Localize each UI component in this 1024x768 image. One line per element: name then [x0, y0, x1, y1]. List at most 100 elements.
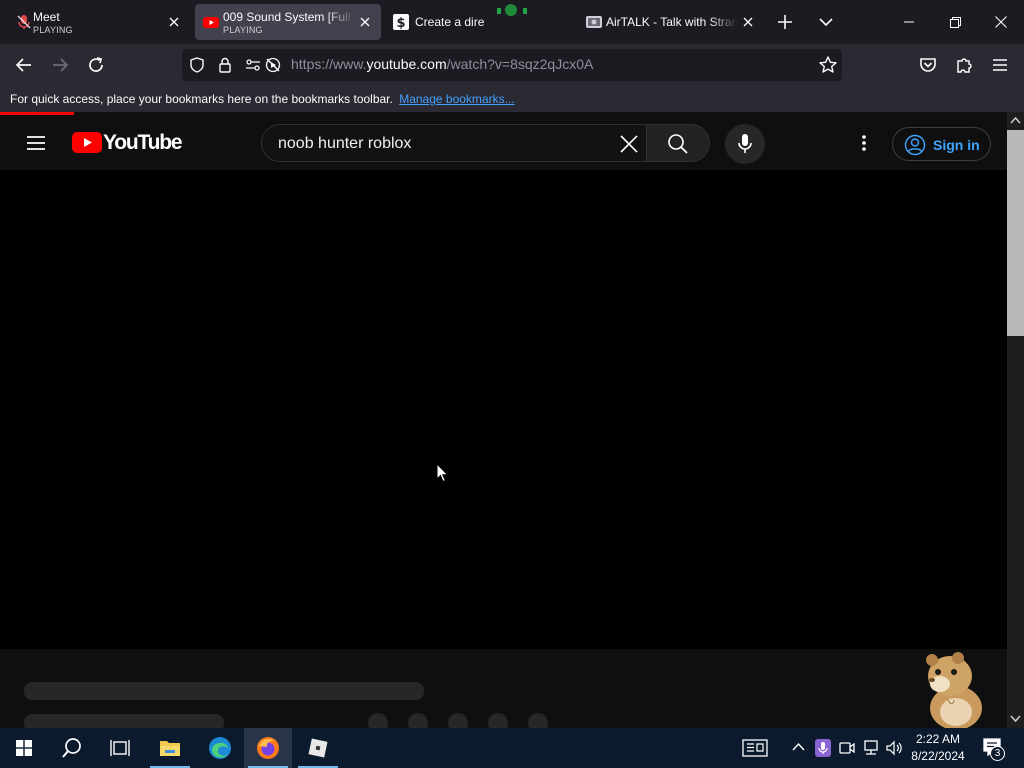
restore-button[interactable] [932, 0, 978, 44]
tab-create[interactable]: $ Create a dire [385, 4, 575, 40]
mouse-cursor-icon [436, 463, 449, 483]
voice-search-button[interactable] [725, 124, 765, 164]
microphone-in-use-icon[interactable] [815, 739, 831, 757]
permissions-icon[interactable] [244, 56, 262, 74]
clock-date: 8/22/2024 [911, 749, 965, 763]
youtube-logo-text: YouTube [103, 131, 183, 154]
youtube-logo-icon [72, 132, 102, 153]
title-skeleton [24, 682, 424, 700]
tab-airtalk[interactable]: AirTALK - Talk with Strangers [578, 4, 764, 40]
manage-bookmarks-link[interactable]: Manage bookmarks... [399, 92, 514, 106]
youtube-header: YouTube noob hunter roblox Sign in [0, 115, 1007, 170]
tab-youtube-title: 009 Sound System [Full Album] [223, 10, 355, 24]
windows-taskbar: 3 [0, 728, 1024, 768]
tracking-protection-icon[interactable] [188, 56, 206, 74]
url-prefix: https://www. [291, 56, 367, 72]
news-widget-icon[interactable] [742, 739, 768, 757]
minimize-icon [904, 21, 914, 23]
youtube-icon [203, 17, 219, 28]
sign-in-label: Sign in [933, 137, 980, 153]
sign-in-button[interactable]: Sign in [892, 127, 991, 161]
firefox-icon [257, 737, 279, 759]
bookmark-star-icon[interactable] [818, 55, 838, 75]
taskbar-search-button[interactable] [48, 728, 96, 768]
url-text[interactable]: https://www.youtube.com/watch?v=8sqz2qJc… [291, 56, 593, 72]
restore-icon [950, 17, 961, 28]
roblox-icon [308, 738, 328, 758]
tab-meet-playing: PLAYING [33, 25, 73, 35]
close-window-button[interactable] [978, 0, 1024, 44]
svg-text:$: $ [396, 16, 405, 30]
network-icon[interactable] [862, 740, 880, 756]
taskbar-firefox[interactable] [244, 728, 292, 768]
action-skeleton [368, 713, 388, 728]
back-icon[interactable] [12, 53, 36, 77]
youtube-search-box[interactable]: noob hunter roblox [261, 124, 647, 162]
dollar-icon: $ [393, 14, 409, 30]
action-skeleton [488, 713, 508, 728]
search-input[interactable]: noob hunter roblox [278, 135, 411, 153]
action-skeleton [448, 713, 468, 728]
start-button[interactable] [0, 728, 48, 768]
lock-icon[interactable] [216, 56, 234, 74]
youtube-page: YouTube noob hunter roblox Sign in [0, 112, 1007, 728]
url-path: /watch?v=8sqz2qJcx0A [446, 56, 594, 72]
tab-airtalk-title: AirTALK - Talk with Strangers [606, 15, 738, 29]
taskbar-edge[interactable] [196, 728, 244, 768]
taskbar-roblox[interactable] [294, 728, 342, 768]
search-icon [62, 738, 81, 758]
task-view-icon [110, 740, 130, 756]
video-player[interactable] [0, 170, 1007, 649]
minimize-button[interactable] [886, 0, 932, 44]
extension-indicator-icon [497, 4, 527, 16]
forward-icon [53, 58, 69, 72]
bookmarks-toolbar: For quick access, place your bookmarks h… [0, 86, 1024, 112]
action-skeleton [408, 713, 428, 728]
bookmarks-message: For quick access, place your bookmarks h… [10, 92, 515, 106]
extensions-icon[interactable] [952, 53, 976, 77]
airtalk-icon [586, 16, 602, 28]
scroll-down-arrow-icon[interactable] [1010, 715, 1021, 723]
notifications-button[interactable]: 3 [980, 734, 1008, 762]
chevron-down-icon[interactable] [817, 13, 835, 31]
close-tab-icon[interactable] [166, 14, 182, 30]
meet-microphone-icon [17, 15, 31, 29]
tab-youtube-playing: PLAYING [223, 25, 263, 35]
clear-search-icon[interactable] [618, 133, 640, 155]
autoplay-blocked-icon[interactable] [264, 56, 282, 74]
hamster-sticker-image [926, 652, 982, 728]
close-tab-icon[interactable] [740, 14, 756, 30]
vertical-scrollbar[interactable] [1007, 112, 1024, 728]
more-options-icon[interactable] [852, 131, 876, 155]
pocket-icon[interactable] [916, 53, 940, 77]
scrollbar-thumb[interactable] [1007, 130, 1024, 336]
volume-icon[interactable] [885, 740, 903, 756]
taskbar-file-explorer[interactable] [146, 728, 194, 768]
reload-icon[interactable] [84, 53, 108, 77]
camera-in-use-icon[interactable] [839, 740, 855, 756]
close-tab-icon[interactable] [357, 14, 373, 30]
action-skeleton [528, 713, 548, 728]
show-hidden-icons-icon[interactable] [792, 742, 805, 752]
tab-create-title: Create a dire [415, 15, 485, 29]
channel-skeleton [24, 714, 224, 728]
clock-time: 2:22 AM [915, 732, 961, 746]
taskbar-clock[interactable]: 2:22 AM 8/22/2024 [906, 731, 970, 765]
menu-icon[interactable] [988, 53, 1012, 77]
task-view-button[interactable] [96, 728, 144, 768]
notification-count-badge: 3 [990, 746, 1005, 761]
youtube-logo[interactable]: YouTube [72, 130, 183, 156]
browser-tab-bar: Meet PLAYING 009 Sound System [Full Albu… [0, 0, 1024, 44]
hamburger-menu-icon[interactable] [24, 131, 48, 155]
edge-browser-icon [209, 737, 231, 759]
windows-logo-icon [16, 740, 32, 756]
scroll-up-arrow-icon[interactable] [1010, 116, 1021, 124]
folder-icon [160, 741, 180, 756]
new-tab-icon[interactable] [776, 13, 794, 31]
tab-meet-title: Meet [33, 10, 60, 24]
tab-youtube[interactable]: 009 Sound System [Full Album] PLAYING [195, 4, 381, 40]
tab-meet[interactable]: Meet PLAYING [4, 4, 190, 40]
account-icon [904, 134, 926, 156]
search-button[interactable] [646, 124, 710, 162]
bookmarks-message-text: For quick access, place your bookmarks h… [10, 92, 393, 106]
